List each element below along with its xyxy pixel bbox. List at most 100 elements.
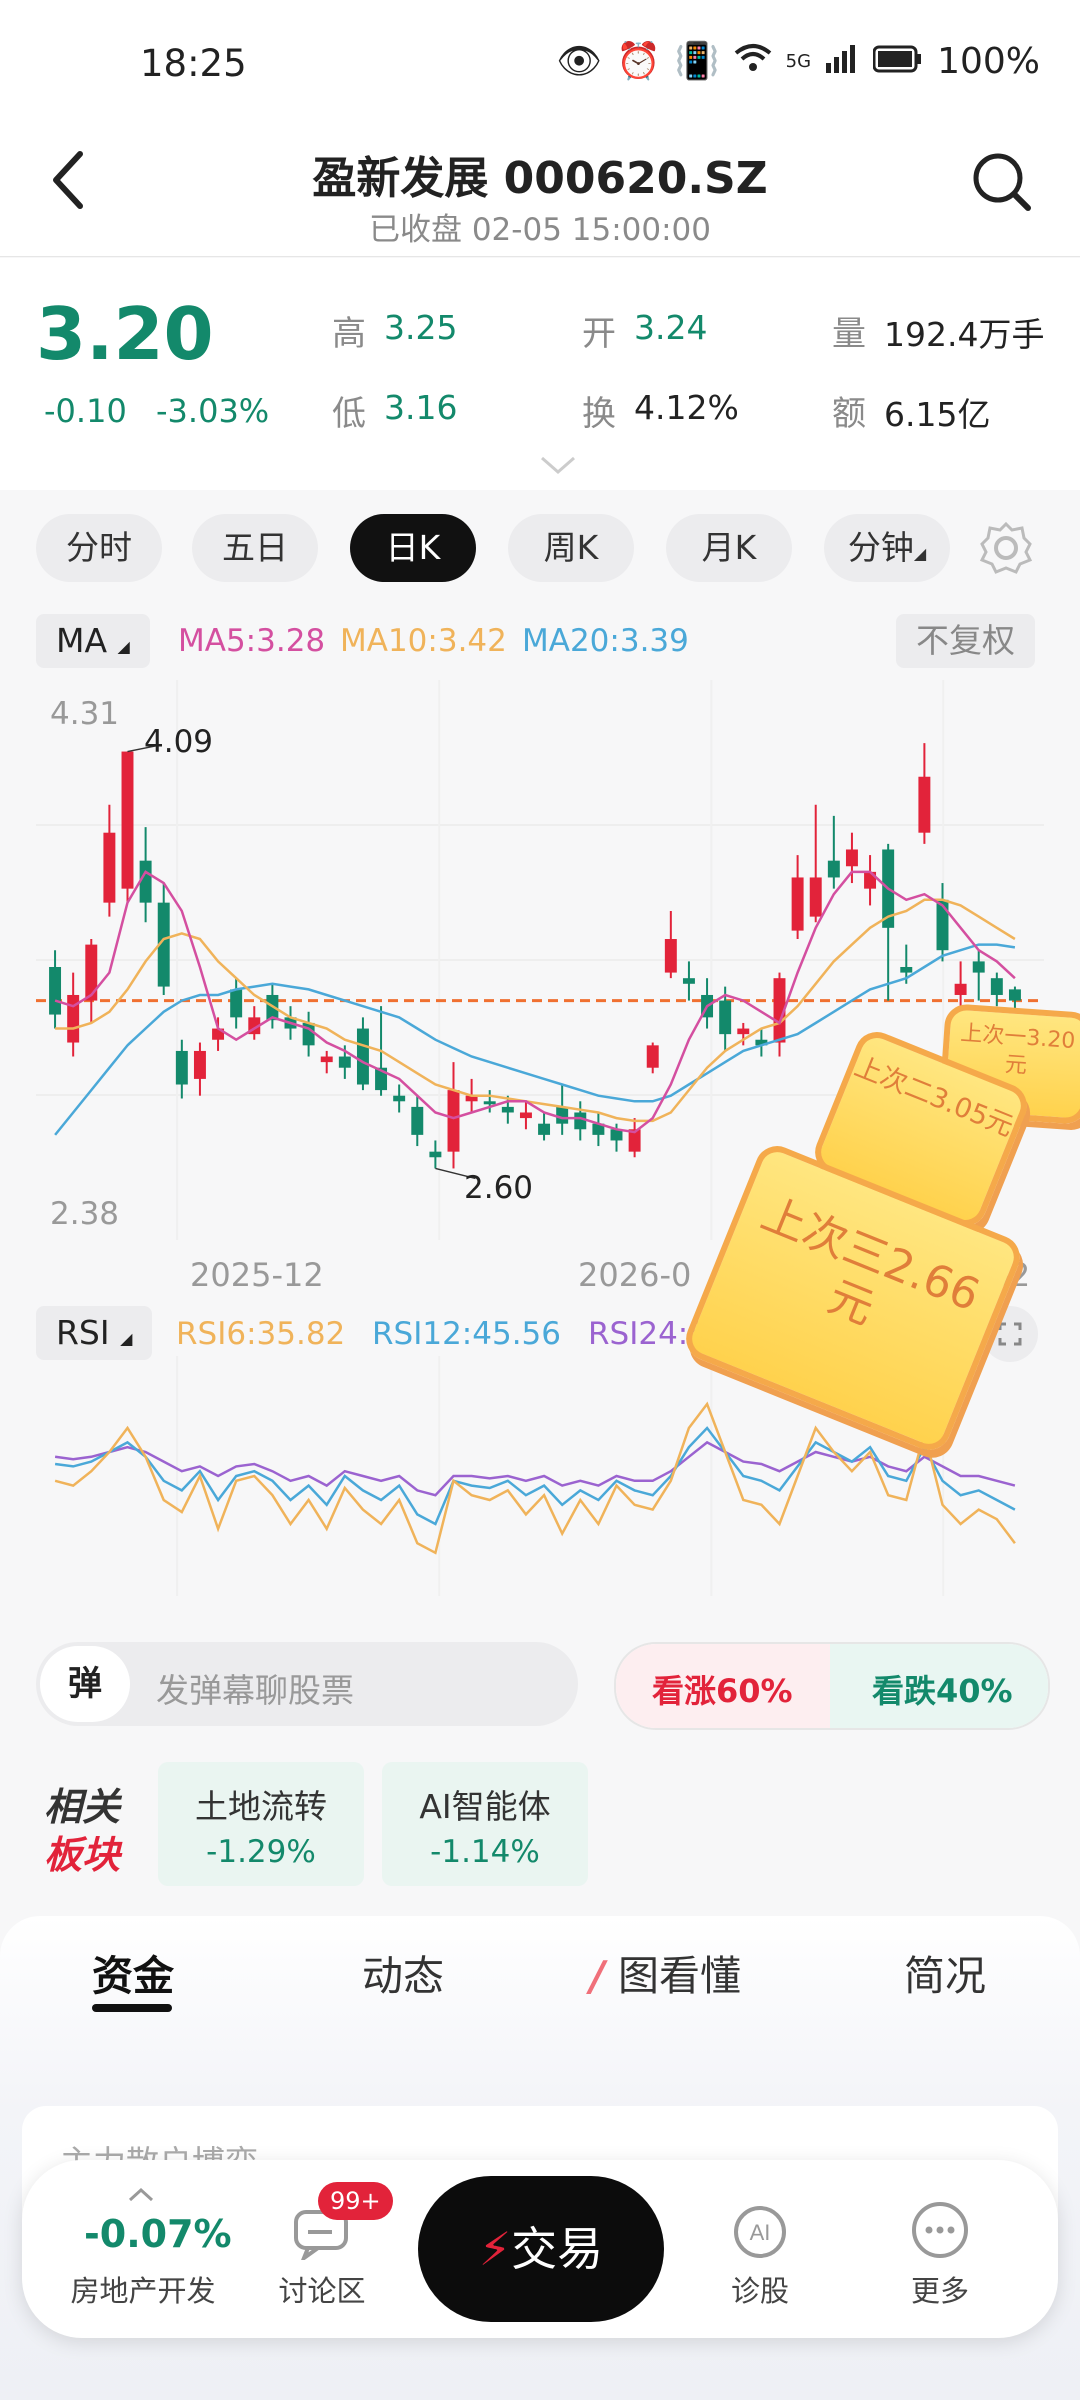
candle-body	[827, 860, 840, 878]
settings-icon[interactable]	[978, 520, 1034, 580]
dropdown-icon: ◢	[117, 637, 130, 656]
rsi6-value: RSI6:35.82	[176, 1316, 346, 1352]
sector-change: -1.14%	[430, 1834, 540, 1870]
vote-bearish-text: 看跌40%	[872, 1666, 1013, 1712]
tab-five-day[interactable]: 五日	[192, 514, 318, 582]
tab-chart-explain[interactable]: / 图看懂	[590, 1942, 741, 2002]
tab-daily-k[interactable]: 日K	[350, 514, 476, 582]
candle-body	[538, 1123, 551, 1135]
tab-minute[interactable]: 分钟◢	[824, 514, 950, 582]
candle-body	[664, 939, 677, 973]
sector-change: -1.29%	[206, 1834, 316, 1870]
candle-body	[193, 1050, 206, 1079]
candle-body	[936, 899, 949, 951]
more-label[interactable]: 更多	[880, 2268, 1000, 2310]
candle-body	[429, 1151, 442, 1158]
status-time: 18:25	[140, 42, 247, 85]
candle-body	[954, 983, 967, 995]
vote-bullish-pct: 60%	[716, 1672, 793, 1710]
amount-label: 额	[832, 394, 866, 434]
y-min-label: 2.38	[50, 1196, 120, 1232]
candle-body	[682, 978, 695, 984]
ai-diagnose-icon[interactable]: AI	[730, 2200, 790, 2264]
sector-card-ai[interactable]: AI智能体 -1.14%	[382, 1762, 588, 1886]
sector-name: AI智能体	[419, 1787, 551, 1826]
low-value: 3.16	[384, 388, 458, 427]
candle-body	[67, 994, 80, 1043]
chevron-up-icon	[126, 2186, 156, 2208]
dropdown-icon: ◢	[913, 544, 927, 563]
rsi12-value: RSI12:45.56	[372, 1316, 561, 1352]
candle-body	[646, 1045, 659, 1068]
ma-selector[interactable]: MA ◢	[36, 614, 150, 668]
expand-chevron-icon[interactable]	[538, 454, 578, 482]
low-annotation: 2.60	[464, 1170, 534, 1206]
slash-icon: /	[590, 1952, 605, 2000]
candle-body	[320, 1056, 333, 1063]
candle-body	[49, 966, 62, 1015]
sector-card-land[interactable]: 土地流转 -1.29%	[158, 1762, 364, 1886]
adjust-button[interactable]: 不复权	[896, 614, 1035, 668]
tab-monthly-k[interactable]: 月K	[666, 514, 792, 582]
tab-weekly-k[interactable]: 周K	[508, 514, 634, 582]
price-change-percent: -3.03%	[156, 392, 270, 430]
danmaku-input[interactable]: 弹 发弹幕聊股票	[36, 1642, 578, 1726]
vote-bullish-button[interactable]: 看涨60%	[616, 1644, 834, 1728]
x-label-dec: 2025-12	[190, 1256, 324, 1294]
rsi-selector[interactable]: RSI ◢	[36, 1306, 153, 1360]
ma10-value: MA10:3.42	[340, 623, 507, 659]
danmaku-placeholder: 发弹幕聊股票	[156, 1671, 354, 1710]
network-label: 5G	[785, 50, 812, 72]
vibrate-icon: 📳	[674, 41, 720, 82]
x-label-jan: 2026-0	[578, 1256, 692, 1294]
search-icon[interactable]	[970, 150, 1034, 214]
dropdown-icon: ◢	[120, 1329, 133, 1348]
ma-label: MA	[56, 621, 108, 660]
sector-index-change[interactable]: -0.07%	[84, 2212, 232, 2256]
candle-body	[103, 832, 116, 903]
sector-index-name[interactable]: 房地产开发	[68, 2268, 218, 2310]
svg-text:AI: AI	[750, 2220, 771, 2245]
more-icon[interactable]	[910, 2200, 970, 2264]
price-change: -0.10	[44, 392, 127, 430]
candle-body	[85, 944, 98, 1001]
danmaku-toggle[interactable]: 弹	[40, 1646, 130, 1722]
candle-body	[719, 1000, 732, 1035]
vote-bearish-button[interactable]: 看跌40%	[830, 1644, 1048, 1728]
tab-news[interactable]: 动态	[362, 1942, 444, 2002]
candle-body	[556, 1106, 569, 1124]
forum-label[interactable]: 讨论区	[262, 2268, 382, 2310]
candle-body	[900, 966, 913, 973]
forum-badge: 99+	[318, 2182, 393, 2220]
vote-bearish-pct: 40%	[936, 1672, 1013, 1710]
candle-body	[1008, 989, 1021, 1001]
candle-body	[356, 1028, 369, 1085]
tab-intraday[interactable]: 分时	[36, 514, 162, 582]
amount-value: 6.15亿	[884, 395, 991, 434]
open-label: 开	[582, 314, 616, 354]
candle-body	[230, 989, 243, 1018]
vote-bearish-label: 看跌	[872, 1672, 937, 1710]
candle-body	[447, 1090, 460, 1152]
status-icons: 👁 ⏰ 📳 5G 100%	[556, 40, 1040, 83]
candle-body	[393, 1095, 406, 1102]
tab-chart-explain-label: 图看懂	[618, 1952, 742, 2000]
tab-funds[interactable]: 资金	[92, 1942, 174, 2002]
battery-icon	[872, 41, 923, 82]
high-annotation: 4.09	[144, 724, 214, 760]
wifi-icon	[734, 41, 772, 82]
low-label: 低	[332, 394, 366, 434]
candle-body	[501, 1106, 514, 1113]
rsi-label: RSI	[56, 1313, 110, 1352]
candle-body	[338, 1056, 351, 1068]
sentiment-vote: 看涨60% 看跌40%	[614, 1642, 1050, 1730]
candle-body	[845, 849, 858, 867]
turnover-value: 4.12%	[634, 388, 739, 427]
tab-profile[interactable]: 简况	[904, 1942, 986, 2002]
diagnose-label[interactable]: 诊股	[700, 2268, 820, 2310]
ma20-value: MA20:3.39	[522, 623, 689, 659]
candle-body	[737, 1028, 750, 1035]
vote-bullish-text: 看涨60%	[652, 1666, 793, 1712]
high-value: 3.25	[384, 308, 458, 347]
trade-button[interactable]: ⚡交易	[418, 2176, 664, 2322]
